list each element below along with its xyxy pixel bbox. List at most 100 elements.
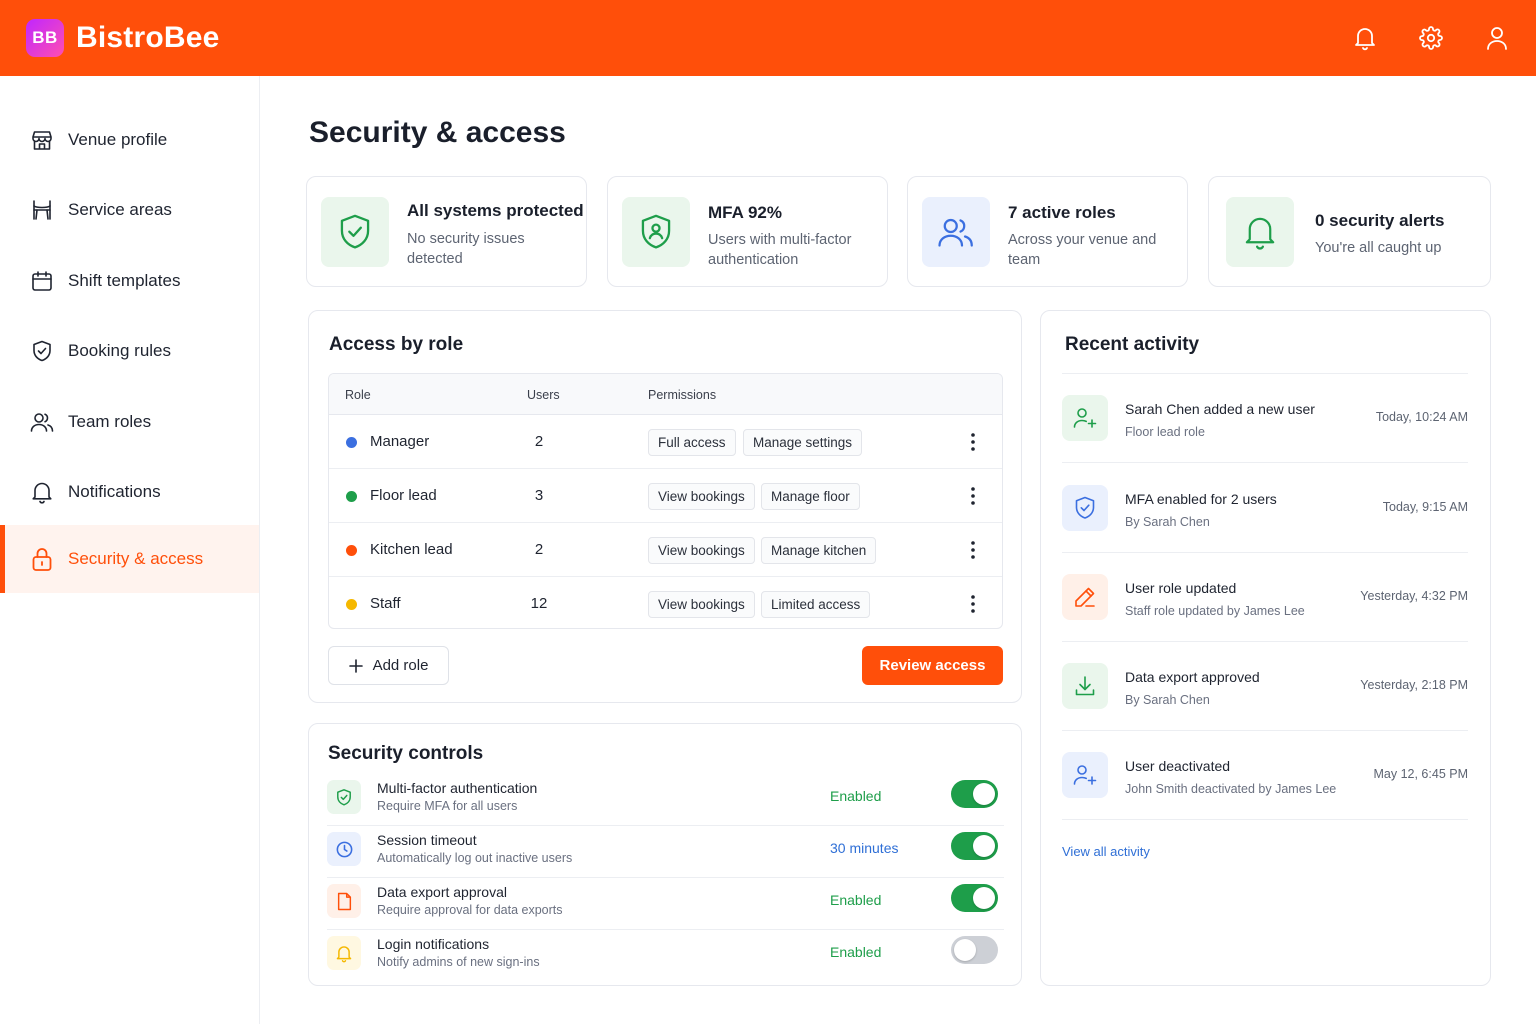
permission-chip[interactable]: Manage kitchen: [761, 537, 877, 564]
activity-item[interactable]: MFA enabled for 2 users By Sarah Chen To…: [1062, 464, 1468, 553]
stat-card-mfa: MFA 92% Users with multi-factor authenti…: [607, 176, 888, 287]
controls-panel-title: Security controls: [328, 743, 484, 764]
control-row-login-notifications: Login notifications Notify admins of new…: [327, 930, 1004, 982]
file-icon: [327, 884, 361, 918]
sidebar-item-venue-profile[interactable]: Venue profile: [0, 106, 259, 174]
control-row-mfa: Multi-factor authentication Require MFA …: [327, 774, 1004, 826]
add-role-button[interactable]: Add role: [328, 646, 449, 685]
sidebar-item-label: Notifications: [68, 482, 161, 501]
bell-icon: [327, 936, 361, 970]
sidebar-item-shift-templates[interactable]: Shift templates: [0, 247, 259, 315]
permission-chip[interactable]: View bookings: [648, 537, 755, 564]
sidebar-item-service-areas[interactable]: Service areas: [0, 176, 259, 244]
sidebar-item-notifications[interactable]: Notifications: [0, 458, 259, 526]
permission-chip[interactable]: View bookings: [648, 483, 755, 510]
toggle-knob: [954, 939, 976, 961]
activity-time: Today, 9:15 AM: [1382, 500, 1468, 514]
control-subtitle: Notify admins of new sign-ins: [377, 955, 540, 969]
permission-chip[interactable]: View bookings: [648, 591, 755, 618]
plus-icon: [348, 658, 363, 673]
activity-item[interactable]: User deactivated John Smith deactivated …: [1062, 731, 1468, 820]
chair-icon: [30, 198, 54, 222]
activity-subtitle: Floor lead role: [1125, 425, 1205, 439]
sidebar-item-label: Venue profile: [68, 130, 168, 149]
shield-check-icon: [1062, 485, 1108, 531]
more-options-icon[interactable]: [963, 485, 983, 507]
permission-chip[interactable]: Limited access: [761, 591, 871, 618]
data-export-toggle[interactable]: [951, 884, 998, 912]
permission-chip[interactable]: Manage settings: [743, 429, 863, 456]
sidebar-item-label: Shift templates: [68, 271, 181, 290]
login-notifications-toggle[interactable]: [951, 936, 998, 964]
sidebar-item-booking-rules[interactable]: Booking rules: [0, 317, 259, 385]
table-row[interactable]: Floor lead 3 View bookings Manage floor: [329, 469, 1002, 523]
brand-name[interactable]: BistroBee: [76, 21, 220, 55]
activity-subtitle: Staff role updated by James Lee: [1125, 604, 1305, 618]
activity-time: May 12, 6:45 PM: [1373, 767, 1469, 781]
logo-badge[interactable]: BB: [26, 19, 64, 57]
more-options-icon[interactable]: [963, 593, 983, 615]
sidebar-item-security-access[interactable]: Security & access: [0, 525, 259, 593]
role-user-count: 2: [534, 541, 544, 558]
table-row[interactable]: Kitchen lead 2 View bookings Manage kitc…: [329, 523, 1002, 577]
stat-title: 0 security alerts: [1315, 211, 1445, 230]
activity-title: MFA enabled for 2 users: [1125, 491, 1277, 507]
access-panel-title: Access by role: [329, 334, 464, 355]
control-status: Enabled: [830, 892, 882, 908]
control-status: Enabled: [830, 944, 882, 960]
calendar-icon: [30, 269, 54, 293]
stat-card-alerts: 0 security alerts You're all caught up: [1208, 176, 1491, 287]
session-timeout-toggle[interactable]: [951, 832, 998, 860]
mfa-toggle[interactable]: [951, 780, 998, 808]
control-title: Session timeout: [377, 832, 477, 848]
role-name: Kitchen lead: [370, 541, 453, 558]
add-role-label: Add role: [372, 657, 429, 674]
bell-icon: [1226, 197, 1294, 267]
user-plus-icon: [1062, 752, 1108, 798]
more-options-icon[interactable]: [963, 431, 983, 453]
role-color-dot: [346, 491, 357, 502]
role-color-dot: [346, 545, 357, 556]
control-subtitle: Require MFA for all users: [377, 799, 518, 813]
stat-title: MFA 92%: [708, 203, 783, 222]
table-row[interactable]: Staff 12 View bookings Limited access: [329, 577, 1002, 628]
activity-item[interactable]: Sarah Chen added a new user Floor lead r…: [1062, 374, 1468, 463]
column-header-role[interactable]: Role: [345, 388, 371, 402]
activity-title: User deactivated: [1125, 758, 1231, 774]
role-table: Role Users Permissions Manager 2 Full ac…: [328, 373, 1003, 629]
toggle-knob: [973, 783, 995, 805]
sidebar-item-label: Service areas: [68, 200, 172, 219]
activity-item[interactable]: User role updated Staff role updated by …: [1062, 553, 1468, 642]
lock-icon: [30, 547, 54, 571]
activity-subtitle: John Smith deactivated by James Lee: [1125, 782, 1337, 796]
permission-chip[interactable]: Manage floor: [761, 483, 860, 510]
view-all-activity-link[interactable]: View all activity: [1062, 844, 1150, 859]
activity-title: Data export approved: [1125, 669, 1260, 685]
more-options-icon[interactable]: [963, 539, 983, 561]
control-title: Login notifications: [377, 936, 490, 952]
control-title: Multi-factor authentication: [377, 780, 538, 796]
activity-title: User role updated: [1125, 580, 1237, 596]
store-icon: [30, 128, 54, 152]
sidebar-item-team-roles[interactable]: Team roles: [0, 388, 259, 456]
role-color-dot: [346, 437, 357, 448]
activity-item[interactable]: Data export approved By Sarah Chen Yeste…: [1062, 642, 1468, 731]
column-header-permissions[interactable]: Permissions: [648, 388, 716, 402]
stat-card-protected: All systems protected No security issues…: [306, 176, 587, 287]
control-row-session-timeout: Session timeout Automatically log out in…: [327, 826, 1004, 878]
stat-subtitle: Users with multi-factor authentication: [708, 232, 852, 268]
permission-chip[interactable]: Full access: [648, 429, 736, 456]
control-status[interactable]: 30 minutes: [830, 840, 898, 856]
sidebar-item-label: Booking rules: [68, 341, 172, 360]
shield-check-icon: [30, 339, 54, 363]
activity-time: Today, 10:24 AM: [1375, 410, 1468, 424]
review-access-button[interactable]: Review access: [862, 646, 1003, 685]
gear-icon[interactable]: [1418, 24, 1444, 52]
role-user-count: 3: [534, 487, 544, 504]
bell-icon[interactable]: [1352, 24, 1378, 52]
control-subtitle: Require approval for data exports: [377, 903, 563, 917]
user-icon[interactable]: [1484, 24, 1510, 52]
shield-check-icon: [321, 197, 389, 267]
table-row[interactable]: Manager 2 Full access Manage settings: [329, 415, 1002, 469]
column-header-users[interactable]: Users: [527, 388, 560, 402]
